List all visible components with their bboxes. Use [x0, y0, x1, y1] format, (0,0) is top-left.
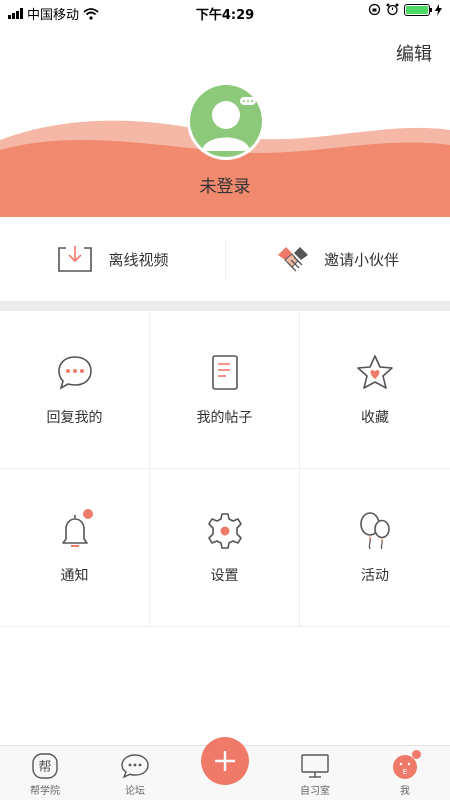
document-icon	[211, 354, 238, 390]
bang-icon: 帮	[32, 753, 58, 779]
my-posts-label: 我的帖子	[196, 409, 253, 426]
balloons-icon	[360, 511, 390, 549]
tab-study-room-label: 自习室	[300, 786, 330, 797]
tab-study-room[interactable]: 自习室	[270, 746, 360, 801]
section-gap	[0, 301, 450, 311]
offline-video-label: 离线视频	[108, 250, 169, 269]
monitor-icon	[301, 754, 329, 778]
activities-label: 活动	[361, 567, 389, 584]
quick-divider	[225, 239, 226, 279]
my-posts-button[interactable]: 我的帖子	[150, 311, 300, 469]
handshake-icon	[277, 247, 308, 272]
favorites-button[interactable]: 收藏	[300, 311, 450, 469]
replies-to-me-button[interactable]: 回复我的	[0, 311, 150, 469]
svg-text:E: E	[403, 768, 407, 776]
chat-bubble-icon	[57, 355, 92, 390]
notifications-button[interactable]: 通知	[0, 469, 150, 627]
notifications-label: 通知	[60, 567, 89, 584]
tab-bangxueyuan-label: 帮学院	[30, 786, 60, 797]
tab-me[interactable]: E 我	[360, 746, 450, 801]
tab-forum-label: 论坛	[125, 786, 145, 797]
tab-bangxueyuan[interactable]: 帮 帮学院	[0, 746, 90, 801]
tab-forum[interactable]: 论坛	[90, 746, 180, 801]
add-post-button[interactable]	[201, 737, 249, 785]
favorites-label: 收藏	[361, 409, 389, 426]
forum-icon	[121, 754, 149, 779]
offline-video-button[interactable]: 离线视频	[0, 217, 225, 301]
invite-friends-button[interactable]: 邀请小伙伴	[225, 217, 450, 301]
bang-glyph: 帮	[38, 760, 51, 775]
plus-icon	[215, 751, 235, 771]
settings-label: 设置	[210, 567, 239, 584]
edit-button[interactable]: 编辑	[396, 40, 432, 66]
notification-badge	[82, 508, 93, 519]
replies-to-me-label: 回复我的	[46, 409, 103, 426]
star-heart-icon	[357, 354, 393, 389]
login-status[interactable]: 未登录	[0, 172, 450, 197]
avatar-placeholder-icon	[190, 85, 262, 157]
download-tray-icon	[58, 246, 93, 272]
me-badge	[412, 750, 421, 759]
gear-icon	[207, 512, 242, 549]
tab-me-label: 我	[400, 786, 410, 797]
settings-button[interactable]: 设置	[150, 469, 300, 627]
bell-icon-wrap	[55, 508, 95, 551]
invite-friends-label: 邀请小伙伴	[323, 250, 399, 269]
feature-grid: 回复我的 我的帖子 收藏 通知 设置 活动	[0, 311, 450, 627]
profile-header: 未登录	[0, 0, 450, 217]
avatar[interactable]	[187, 82, 265, 160]
activities-button[interactable]: 活动	[300, 469, 450, 627]
